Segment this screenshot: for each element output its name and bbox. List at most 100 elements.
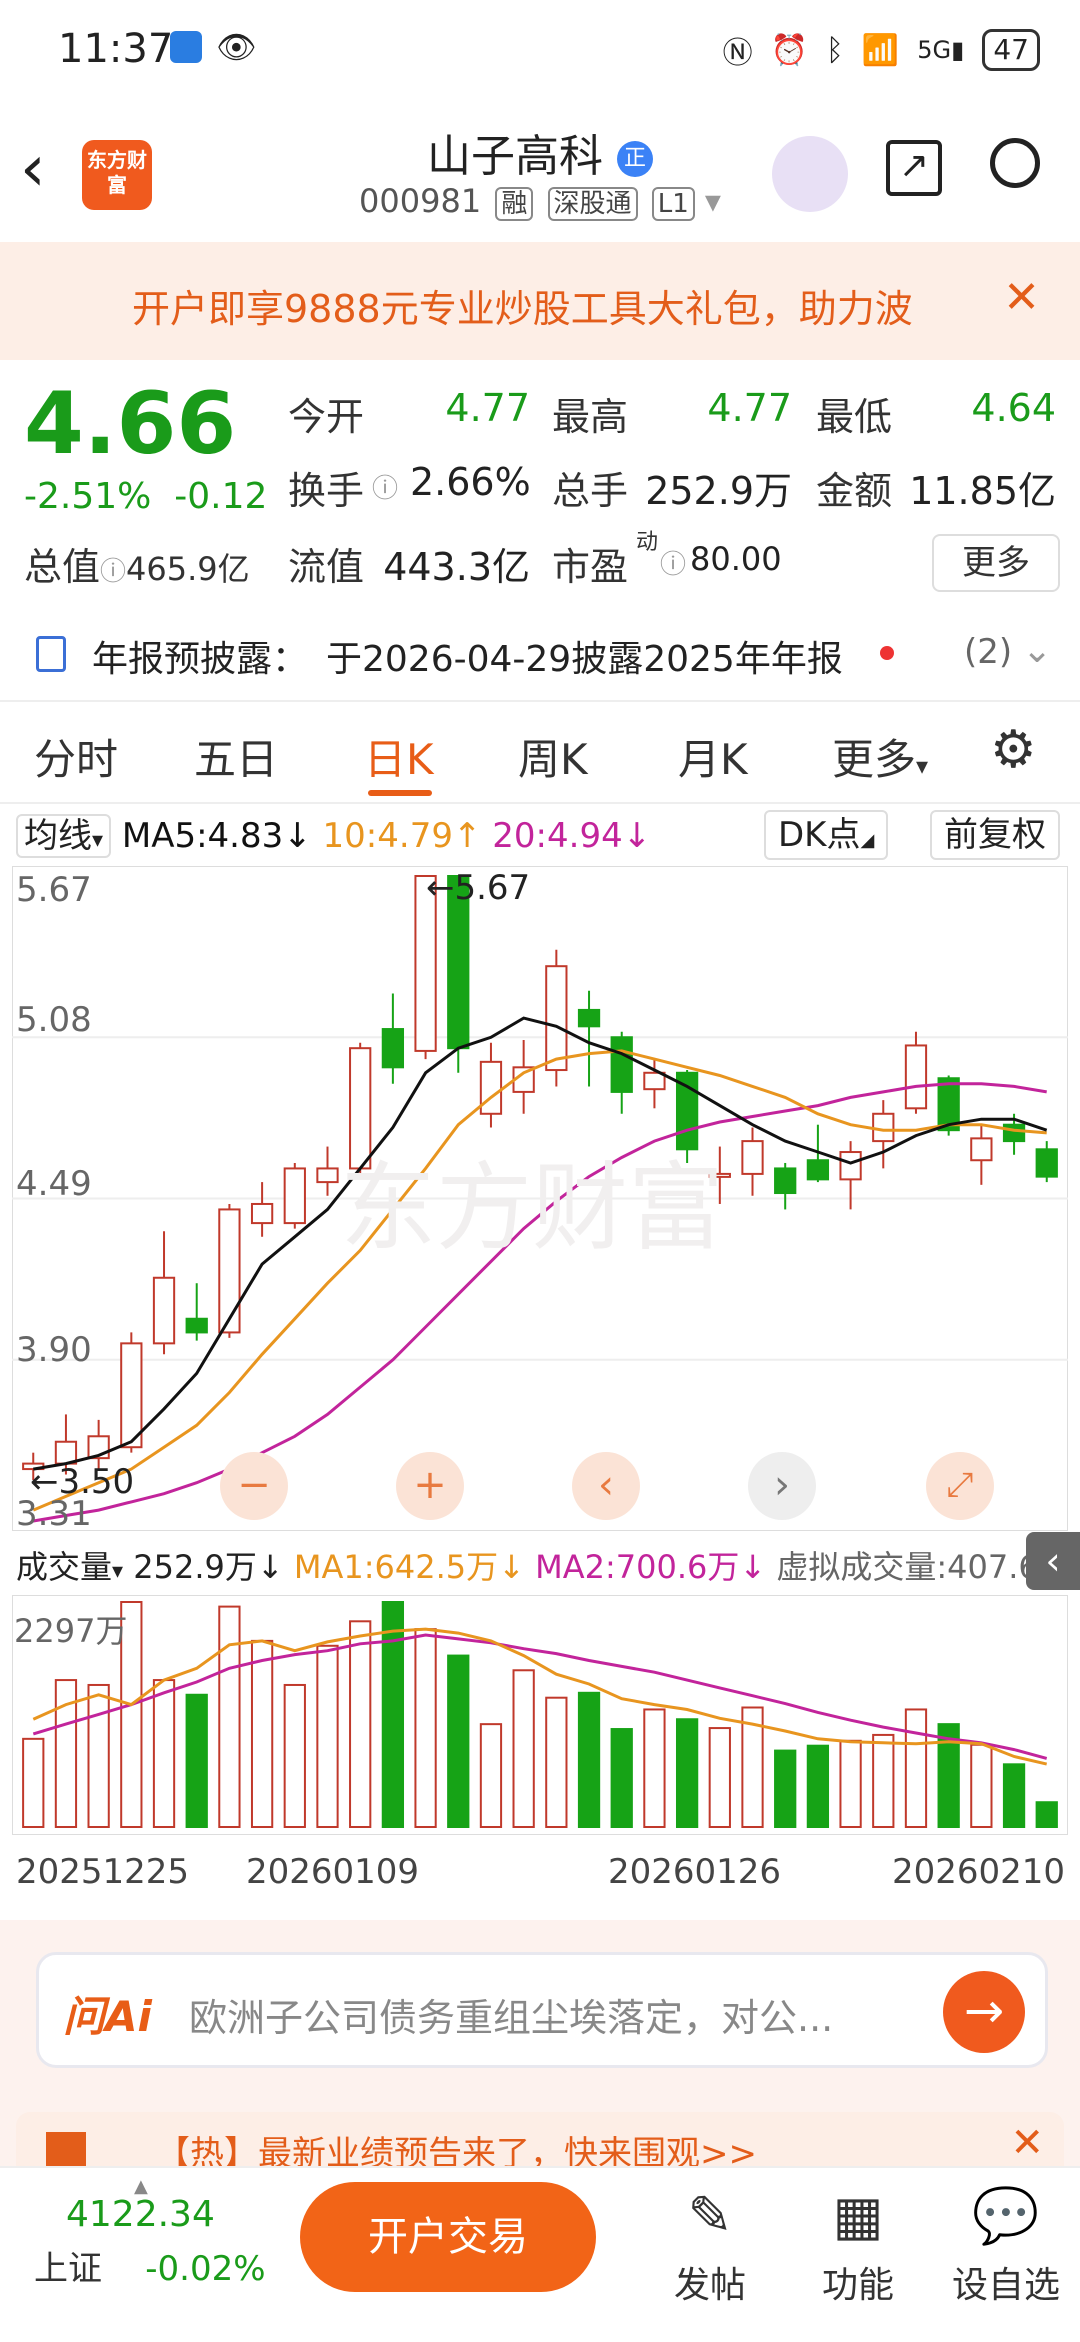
date-label-3: 20260126 [608, 1852, 782, 1892]
market-cap[interactable]: 总值ⓘ465.9亿 [24, 536, 250, 591]
volume-bar [283, 1683, 306, 1828]
scroll-left-button[interactable]: ‹ [572, 1452, 640, 1520]
robot-avatar-icon[interactable] [772, 136, 848, 212]
scroll-right-button[interactable]: › [748, 1452, 816, 1520]
volume-bar [577, 1691, 601, 1828]
tag-connect: 深股通 [547, 187, 638, 221]
candle [741, 1140, 764, 1175]
dk-point-button[interactable]: DK点◢ [764, 810, 889, 860]
volume-selector[interactable]: 成交量▾ [16, 1548, 123, 1586]
volume-bar [316, 1644, 339, 1829]
volume-bar [839, 1739, 862, 1829]
info-icon: ⓘ [100, 557, 127, 587]
index-value: 4122.34 [66, 2194, 215, 2235]
gear-icon[interactable]: ⚙ [990, 720, 1037, 780]
volume-bar [447, 1654, 470, 1828]
mktcap-label: 总值 [24, 545, 101, 589]
volume-value: 252.9万 [645, 469, 792, 513]
open-account-trade-button[interactable]: 开户交易 [300, 2182, 596, 2292]
ma20-value: 20:4.94↓ [492, 816, 652, 856]
notice-count: (2) [964, 632, 1013, 672]
adjust-button[interactable]: 前复权 [930, 810, 1060, 860]
search-icon[interactable] [990, 138, 1040, 188]
volume-svg [11, 1594, 1069, 1836]
close-icon[interactable]: ✕ [1003, 272, 1040, 323]
close-icon[interactable]: ✕ [1010, 2120, 1044, 2166]
candle [872, 1112, 895, 1143]
tab-daily-k[interactable]: 日K [364, 726, 434, 787]
volume-bar [87, 1683, 110, 1828]
candle [381, 1028, 405, 1069]
ai-brand: 问Ai [63, 1992, 152, 2041]
nav-functions[interactable]: ▦ 功能 [798, 2176, 918, 2308]
annual-report-notice[interactable]: 年报预披露： 于2026-04-29披露2025年年报 (2) ⌄ [0, 622, 1080, 698]
volume-bar [1002, 1763, 1026, 1829]
alarm-icon: ⏰ [770, 32, 808, 68]
grid-icon: ▦ [832, 2184, 884, 2247]
stock-code: 000981 [359, 182, 482, 220]
ai-input[interactable]: 欧洲子公司债务重组尘埃落定，对公... [189, 1987, 889, 2042]
candle [283, 1167, 306, 1225]
promo-text: 开户即享9888元专业炒股工具大礼包，助力波 [132, 287, 913, 331]
volume-bar [1035, 1801, 1058, 1829]
ma-selector[interactable]: 均线▾ [16, 814, 112, 858]
tab-weekly-k[interactable]: 周K [518, 726, 588, 787]
signal-icon: 5G▮ [917, 36, 965, 64]
candle [218, 1208, 241, 1334]
volume-bar [872, 1733, 895, 1829]
candle [185, 1317, 208, 1334]
volume-bar [610, 1728, 633, 1828]
active-tab-indicator [368, 790, 432, 796]
candle [904, 1044, 928, 1110]
pe-info-icon: ⓘ [660, 550, 687, 580]
volume-label: 总手 [552, 469, 629, 513]
volume-bar [218, 1605, 241, 1828]
arrow-right-icon[interactable]: → [943, 1971, 1025, 2053]
tab-intraday[interactable]: 分时 [34, 726, 118, 787]
low-annotation: ←3.50 [30, 1462, 135, 1502]
nav-watchlist[interactable]: 💬 设自选 [946, 2176, 1066, 2308]
ai-question-box[interactable]: 问Ai 欧洲子公司债务重组尘埃落定，对公... → [36, 1952, 1048, 2068]
volume-bar [349, 1620, 372, 1829]
share-icon[interactable]: ↗ [886, 140, 942, 196]
chevron-down-icon: ⌄ [1022, 630, 1053, 671]
volume-bar [675, 1718, 699, 1828]
pe-superscript: 动 [636, 530, 659, 555]
fullscreen-button[interactable]: ⤢ [926, 1452, 994, 1520]
pe-label: 市盈 [552, 545, 629, 589]
promo-banner[interactable]: 开户即享9888元专业炒股工具大礼包，助力波 ✕ [0, 242, 1080, 360]
zoom-out-button[interactable]: − [220, 1452, 288, 1520]
dropdown-icon: ▾ [92, 828, 104, 853]
candle [316, 1167, 339, 1184]
volume-chart[interactable] [11, 1594, 1069, 1836]
bluetooth-icon: ᛒ [825, 32, 844, 68]
date-label-1: 20251225 [16, 1852, 190, 1892]
nav-post-label: 发帖 [673, 2265, 746, 2306]
change-abs: -0.12 [174, 476, 268, 517]
high-label: 最高 [552, 395, 629, 439]
volume-bar [904, 1708, 928, 1828]
watermark: 东方财富 [340, 1152, 724, 1264]
candle [610, 1036, 633, 1093]
collapse-left-icon[interactable]: ‹ [1026, 1532, 1080, 1590]
tab-five-day[interactable]: 五日 [194, 726, 278, 787]
red-dot-icon [880, 646, 894, 660]
index-change: -0.02% [145, 2249, 266, 2289]
index-quote[interactable]: ▲ 4122.34 上证 -0.02% [34, 2176, 266, 2290]
zoom-in-button[interactable]: + [396, 1452, 464, 1520]
battery-icon: 47 [982, 29, 1040, 71]
tab-monthly-k[interactable]: 月K [678, 726, 748, 787]
more-button[interactable]: 更多 [932, 534, 1060, 592]
caret-up-icon: ▲ [134, 2176, 148, 2197]
high-value: 4.77 [707, 386, 792, 430]
dropdown-icon: ▾ [704, 182, 721, 220]
nav-post[interactable]: ✎ 发帖 [650, 2176, 770, 2308]
y-label-2: 5.08 [16, 1000, 92, 1040]
hot-news-bar[interactable]: 【热】最新业绩预告来了，快来围观>> ✕ [16, 2112, 1064, 2172]
turnover-value: 2.66% [410, 460, 531, 504]
nav-watchlist-label: 设自选 [951, 2265, 1060, 2306]
low-value: 4.64 [971, 386, 1056, 430]
volume-max-label: 2297万 [14, 1612, 128, 1650]
current-price: 4.66 [24, 374, 237, 474]
tab-more[interactable]: 更多▾ [832, 726, 928, 787]
